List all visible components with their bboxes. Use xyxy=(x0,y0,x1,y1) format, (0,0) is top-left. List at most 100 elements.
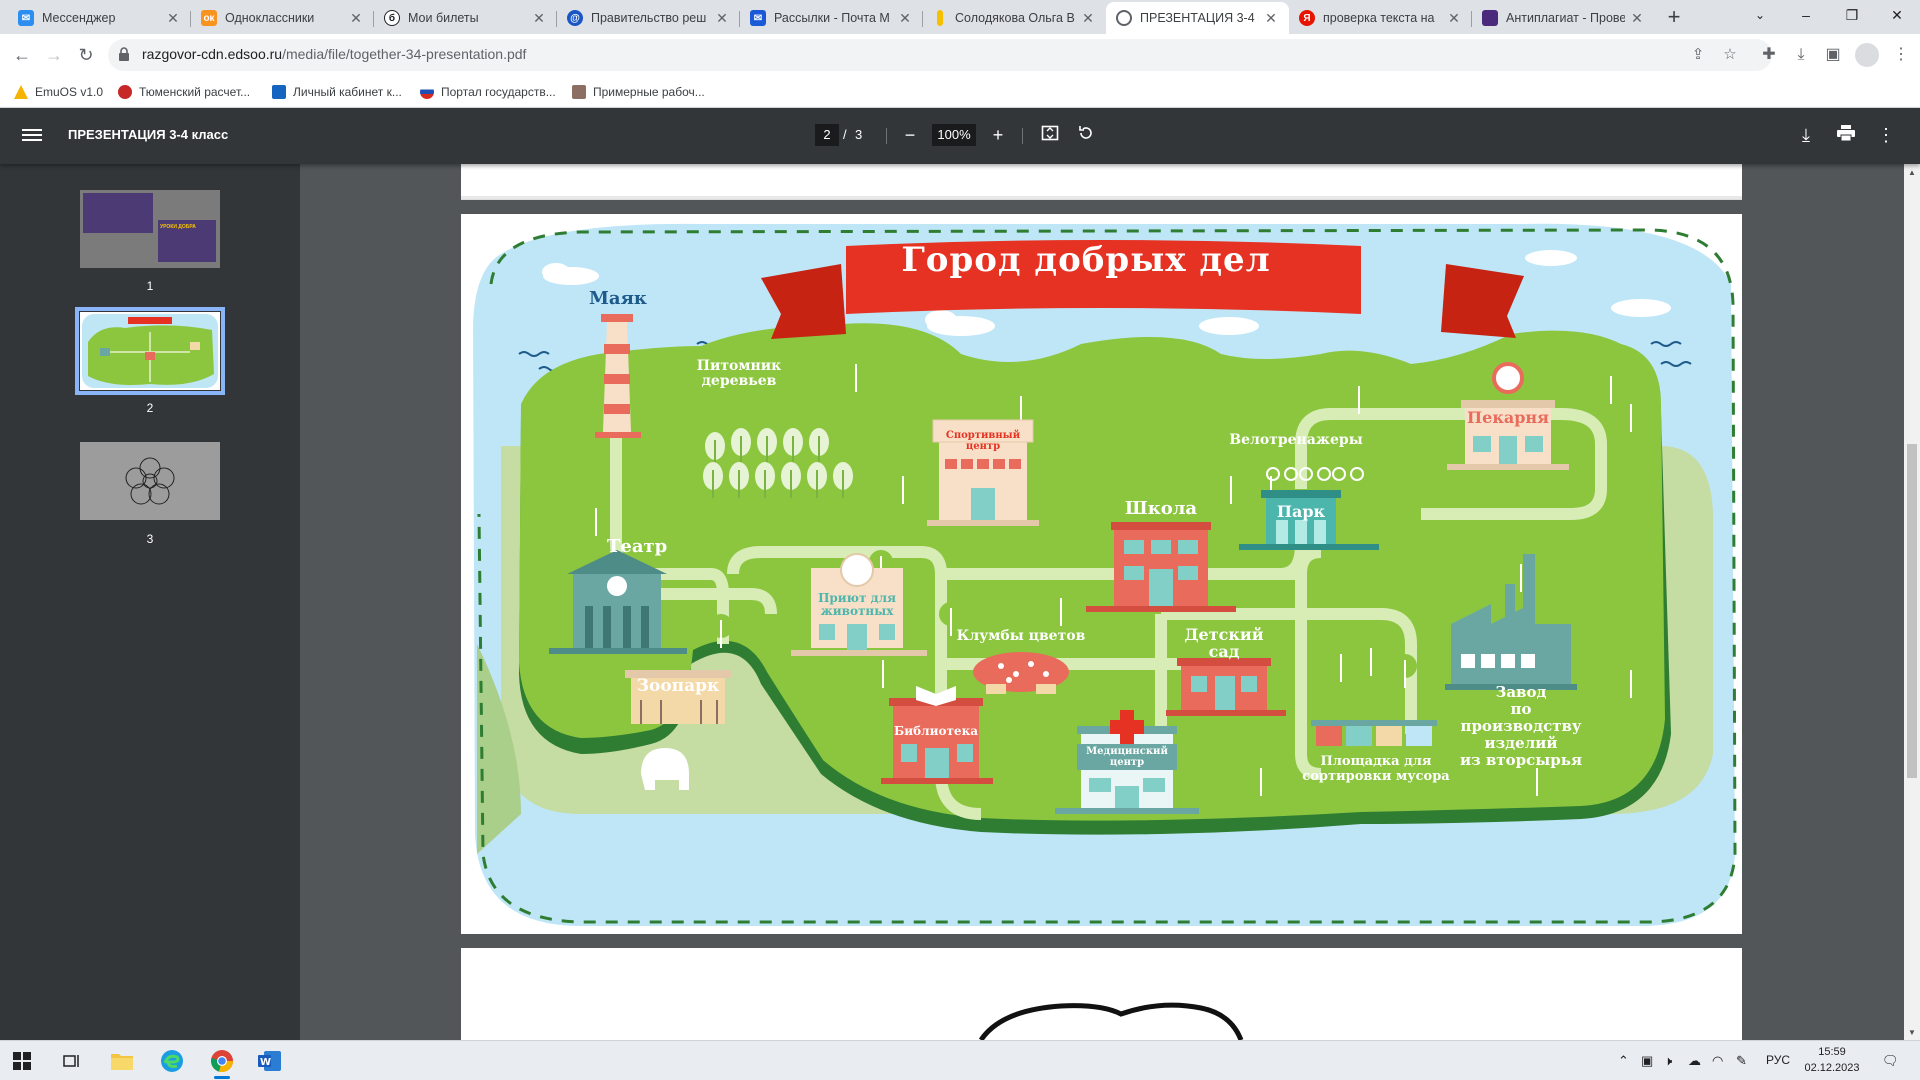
bookmark-cabinet[interactable]: Личный кабинет к... xyxy=(272,82,402,102)
extensions-icon[interactable]: ✚ xyxy=(1757,43,1781,67)
label-lighthouse: Маяк xyxy=(589,288,647,309)
print-icon[interactable] xyxy=(1834,124,1858,148)
tab-messenger[interactable]: ✉ Мессенджер ✕ xyxy=(8,2,191,34)
word-icon[interactable]: W xyxy=(254,1047,286,1075)
label-line: Спортивный xyxy=(945,430,1021,441)
task-view-icon[interactable] xyxy=(56,1047,88,1075)
globe-icon xyxy=(1116,10,1132,26)
label-line: Завод xyxy=(1495,683,1547,701)
edge-icon[interactable] xyxy=(156,1047,188,1075)
pdf-page-3 xyxy=(461,948,1742,1040)
system-clock[interactable]: 15:59 02.12.2023 xyxy=(1797,1044,1867,1076)
new-tab-button[interactable]: + xyxy=(1660,5,1688,31)
tab-antiplagiat[interactable]: Антиплагиат - Прове ✕ xyxy=(1472,2,1655,34)
tab-title: ПРЕЗЕНТАЦИЯ 3-4 к xyxy=(1140,11,1259,25)
label-line: из вторсырья xyxy=(1459,751,1583,769)
download-icon[interactable]: ⤓ xyxy=(1794,124,1818,148)
gov-icon: @ xyxy=(567,10,583,26)
tray-meet-icon[interactable]: ▣ xyxy=(1641,1053,1653,1069)
vertical-scrollbar[interactable]: ▲ ▼ xyxy=(1904,164,1920,1040)
flower-beds xyxy=(973,652,1069,694)
onedrive-icon[interactable]: ☁ xyxy=(1688,1053,1701,1069)
address-bar[interactable]: razgovor-cdn.edsoo.ru/media/file/togethe… xyxy=(108,39,1772,71)
page-thumbnail-2[interactable] xyxy=(75,307,225,395)
bookmark-emuos[interactable]: EmuOS v1.0 xyxy=(14,82,103,102)
zoom-in-button[interactable]: + xyxy=(986,124,1010,148)
label-recycling-factory: Завод по производству изделий из вторсырья xyxy=(1451,684,1591,769)
file-explorer-icon[interactable] xyxy=(106,1047,138,1075)
url-text[interactable]: razgovor-cdn.edsoo.ru/media/file/togethe… xyxy=(142,46,526,62)
label-theatre: Театр xyxy=(607,536,668,557)
thumbnail-number: 2 xyxy=(146,401,154,415)
tab-odnoklassniki[interactable]: ок Одноклассники ✕ xyxy=(191,2,374,34)
divider xyxy=(1022,128,1023,144)
label-zoo: Зоопарк xyxy=(636,676,720,696)
forward-button[interactable]: → xyxy=(40,41,68,69)
close-tab-icon[interactable]: ✕ xyxy=(165,10,181,27)
fit-page-icon[interactable] xyxy=(1038,124,1062,148)
maximize-button[interactable]: ❐ xyxy=(1829,0,1875,30)
chrome-icon[interactable] xyxy=(206,1047,238,1079)
mail-icon: ✉ xyxy=(750,10,766,26)
close-window-button[interactable]: ✕ xyxy=(1874,0,1920,30)
tab-presentation-active[interactable]: ПРЕЗЕНТАЦИЯ 3-4 к ✕ xyxy=(1106,2,1289,34)
profile-avatar[interactable] xyxy=(1855,43,1879,67)
tab-document[interactable]: Солодякова Ольга В ✕ xyxy=(923,2,1106,34)
wifi-icon[interactable]: ◠ xyxy=(1712,1053,1723,1069)
reload-button[interactable]: ↻ xyxy=(72,41,100,69)
close-tab-icon[interactable]: ✕ xyxy=(897,10,913,27)
browser-menu-icon[interactable]: ⋮ xyxy=(1889,43,1913,67)
close-tab-icon[interactable]: ✕ xyxy=(531,10,547,27)
tyumen-icon xyxy=(118,85,132,99)
pen-icon[interactable]: ✎ xyxy=(1736,1053,1747,1069)
page-number-input[interactable]: 2 xyxy=(815,124,839,146)
zoom-input[interactable]: 100% xyxy=(932,124,976,146)
close-tab-icon[interactable]: ✕ xyxy=(1629,10,1645,27)
bookmark-programs[interactable]: Примерные рабоч... xyxy=(572,82,705,102)
zoom-out-button[interactable]: − xyxy=(898,124,922,148)
tab-title: Антиплагиат - Прове xyxy=(1506,11,1625,25)
scrollbar-thumb[interactable] xyxy=(1907,444,1917,778)
tab-title: Солодякова Ольга В xyxy=(955,11,1075,25)
tab-yandex[interactable]: Я проверка текста на ✕ xyxy=(1289,2,1472,34)
more-options-icon[interactable]: ⋮ xyxy=(1874,124,1898,148)
bookmark-label: EmuOS v1.0 xyxy=(35,85,104,99)
thumbnail-number: 1 xyxy=(146,279,154,293)
label-line: животных xyxy=(820,604,894,618)
bookmark-tyumen[interactable]: Тюменский расчет... xyxy=(118,82,250,102)
rotate-icon[interactable] xyxy=(1074,124,1098,148)
bookmark-label: Примерные рабоч... xyxy=(593,85,705,99)
close-tab-icon[interactable]: ✕ xyxy=(1446,10,1462,27)
close-tab-icon[interactable]: ✕ xyxy=(348,10,364,27)
notifications-icon[interactable]: 🗨 xyxy=(1882,1053,1899,1069)
svg-text:W: W xyxy=(260,1057,271,1068)
tab-search-button[interactable]: ⌄ xyxy=(1737,0,1783,30)
share-icon[interactable]: ⇪ xyxy=(1688,45,1708,65)
windows-start-icon[interactable] xyxy=(6,1047,38,1075)
scroll-down-icon[interactable]: ▼ xyxy=(1908,1028,1916,1037)
tab-mail[interactable]: ✉ Рассылки - Почта М ✕ xyxy=(740,2,923,34)
scroll-up-icon[interactable]: ▲ xyxy=(1908,168,1916,177)
tab-government[interactable]: @ Правительство реш ✕ xyxy=(557,2,740,34)
page-thumbnail-1[interactable]: УРОКИ ДОБРА xyxy=(80,190,220,268)
bookmark-gosuslugi[interactable]: Портал государств... xyxy=(420,82,556,102)
close-tab-icon[interactable]: ✕ xyxy=(714,10,730,27)
minimize-button[interactable]: – xyxy=(1783,0,1829,30)
back-button[interactable]: ← xyxy=(8,41,36,69)
lock-icon[interactable] xyxy=(118,47,134,63)
language-indicator[interactable]: РУС xyxy=(1766,1053,1790,1067)
page-thumbnail-3[interactable] xyxy=(80,442,220,520)
close-tab-icon[interactable]: ✕ xyxy=(1263,10,1279,27)
label-park: Парк xyxy=(1276,502,1326,521)
tray-overflow-icon[interactable]: ⌃ xyxy=(1618,1053,1629,1069)
pdf-page-1 xyxy=(461,164,1742,200)
volume-icon[interactable]: 🕨 xyxy=(1664,1053,1672,1069)
messenger-icon: ✉ xyxy=(18,10,34,26)
pdf-viewport[interactable]: Город добрых дел Маяк Питомник деревьев С… xyxy=(300,164,1904,1040)
side-panel-icon[interactable]: ▣ xyxy=(1821,43,1845,67)
tab-tickets[interactable]: б Мои билеты ✕ xyxy=(374,2,557,34)
downloads-icon[interactable]: ⤓ xyxy=(1789,43,1813,67)
sidebar-menu-icon[interactable] xyxy=(22,126,42,146)
close-tab-icon[interactable]: ✕ xyxy=(1080,10,1096,27)
bookmark-star-icon[interactable]: ☆ xyxy=(1720,45,1740,65)
